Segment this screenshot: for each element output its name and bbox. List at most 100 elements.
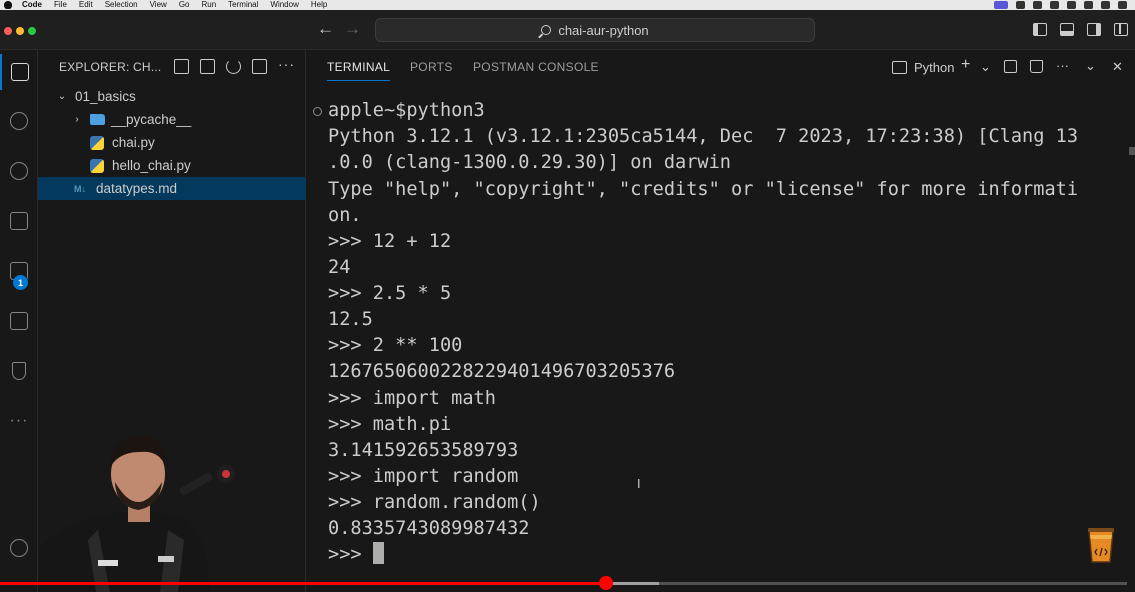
new-terminal-icon[interactable]: + bbox=[961, 56, 970, 74]
tab-terminal[interactable]: TERMINAL bbox=[327, 60, 391, 81]
terminal-line: on. bbox=[328, 205, 362, 226]
panel-tab-bar: TERMINAL PORTS POSTMAN CONSOLE Python + … bbox=[307, 50, 1135, 84]
video-progress-fill bbox=[0, 582, 607, 585]
collapse-all-icon[interactable] bbox=[252, 59, 267, 74]
testing-activity[interactable] bbox=[0, 353, 38, 389]
more-icon[interactable]: ··· bbox=[278, 57, 294, 74]
status-icon[interactable] bbox=[1016, 1, 1025, 9]
menu-file[interactable]: File bbox=[54, 0, 67, 10]
video-progress-bar[interactable] bbox=[0, 576, 1127, 590]
chevron-down-icon[interactable]: ⌄ bbox=[1085, 58, 1096, 74]
control-center-icon[interactable] bbox=[1118, 1, 1127, 9]
more-icon[interactable]: ··· bbox=[1056, 58, 1069, 73]
display-icon[interactable] bbox=[1067, 1, 1076, 9]
explorer-title: EXPLORER: CH... bbox=[59, 60, 162, 74]
tree-item-file[interactable]: chai.py bbox=[38, 131, 306, 154]
customize-layout-icon[interactable] bbox=[1114, 23, 1128, 36]
menu-app-name[interactable]: Code bbox=[22, 0, 42, 10]
terminal-line: .0.0 (clang-1300.0.29.30)] on darwin bbox=[328, 152, 731, 173]
terminal-line: Type "help", "copyright", "credits" or "… bbox=[328, 179, 1079, 200]
bluetooth-icon[interactable] bbox=[1050, 1, 1059, 9]
search-icon bbox=[541, 25, 552, 35]
back-arrow-icon[interactable]: ← bbox=[317, 19, 334, 39]
tree-item-file[interactable]: hello_chai.py bbox=[38, 154, 306, 177]
new-folder-icon[interactable] bbox=[200, 59, 215, 74]
search-activity[interactable] bbox=[0, 103, 38, 139]
minimize-window-button[interactable] bbox=[16, 27, 24, 35]
python-file-icon bbox=[90, 158, 104, 173]
terminal-line: 12.5 bbox=[328, 309, 373, 330]
tree-item-folder[interactable]: › __pycache__ bbox=[38, 108, 306, 131]
run-debug-activity[interactable] bbox=[0, 203, 38, 239]
tree-item-label: 01_basics bbox=[75, 89, 136, 104]
close-window-button[interactable] bbox=[4, 27, 12, 35]
macos-menu-bar: Code File Edit Selection View Go Run Ter… bbox=[0, 0, 1135, 10]
tree-item-folder[interactable]: ⌄ 01_basics bbox=[38, 85, 306, 108]
terminal-line: 0.8335743089987432 bbox=[328, 518, 530, 539]
new-file-icon[interactable] bbox=[174, 59, 189, 74]
tree-item-file-selected[interactable]: M↓ datatypes.md bbox=[38, 177, 306, 200]
zoom-window-button[interactable] bbox=[28, 27, 36, 35]
terminal-prompt-line[interactable]: >>> bbox=[328, 542, 384, 568]
toggle-secondary-sidebar-icon[interactable] bbox=[1087, 23, 1101, 36]
menu-go[interactable]: Go bbox=[179, 0, 190, 10]
remote-explorer-icon bbox=[10, 312, 28, 330]
toggle-primary-sidebar-icon[interactable] bbox=[1033, 23, 1047, 36]
terminal-line: >>> 12 + 12 bbox=[328, 231, 452, 252]
account-icon bbox=[10, 539, 28, 557]
terminal-line: apple~$python3 bbox=[328, 100, 485, 121]
python-file-icon bbox=[90, 135, 104, 150]
text-cursor-icon: I bbox=[637, 477, 641, 491]
run-debug-icon bbox=[10, 212, 28, 230]
title-bar: ← → chai-aur-python bbox=[0, 10, 1135, 50]
toggle-panel-icon[interactable] bbox=[1060, 23, 1074, 36]
menu-edit[interactable]: Edit bbox=[79, 0, 93, 10]
command-center-label: chai-aur-python bbox=[558, 22, 649, 38]
explorer-activity[interactable] bbox=[0, 54, 38, 90]
more-activity[interactable]: ··· bbox=[0, 403, 38, 439]
battery-icon[interactable] bbox=[1084, 1, 1093, 9]
tab-ports[interactable]: PORTS bbox=[410, 60, 453, 74]
command-center-search[interactable]: chai-aur-python bbox=[375, 18, 815, 42]
terminal-name: Python bbox=[914, 59, 955, 75]
tree-item-label: hello_chai.py bbox=[112, 158, 191, 173]
forward-arrow-icon[interactable]: → bbox=[344, 19, 361, 39]
terminal-selector[interactable]: Python bbox=[892, 58, 954, 76]
terminal-output[interactable]: apple~$python3 Python 3.12.1 (v3.12.1:23… bbox=[307, 97, 1135, 592]
terminal-prompt: >>> bbox=[328, 544, 373, 565]
tab-postman-console[interactable]: POSTMAN CONSOLE bbox=[473, 60, 599, 74]
bottom-panel: TERMINAL PORTS POSTMAN CONSOLE Python + … bbox=[307, 50, 1135, 592]
activity-bar: 1 ··· bbox=[0, 50, 38, 592]
menu-selection[interactable]: Selection bbox=[105, 0, 138, 10]
files-icon bbox=[11, 63, 29, 81]
chevron-down-icon[interactable]: ⌄ bbox=[980, 59, 991, 75]
source-control-icon bbox=[10, 162, 28, 180]
split-terminal-icon[interactable] bbox=[1004, 60, 1017, 73]
terminal-scrollbar[interactable] bbox=[1129, 147, 1135, 155]
remote-explorer-activity[interactable] bbox=[0, 303, 38, 339]
menu-run[interactable]: Run bbox=[201, 0, 216, 10]
terminal-line: >>> 2.5 * 5 bbox=[328, 283, 452, 304]
extensions-badge: 1 bbox=[13, 275, 28, 290]
terminal-icon bbox=[892, 60, 907, 74]
refresh-icon[interactable] bbox=[226, 59, 241, 74]
accounts-activity[interactable] bbox=[0, 530, 38, 566]
command-decoration-icon[interactable] bbox=[313, 107, 322, 116]
close-icon[interactable]: ✕ bbox=[1112, 59, 1123, 75]
trash-icon[interactable] bbox=[1030, 60, 1043, 73]
terminal-line: >>> import random bbox=[328, 466, 519, 487]
terminal-line: >>> 2 ** 100 bbox=[328, 335, 463, 356]
source-control-activity[interactable] bbox=[0, 153, 38, 189]
flask-icon bbox=[12, 362, 26, 380]
menu-view[interactable]: View bbox=[150, 0, 167, 10]
apple-icon[interactable] bbox=[4, 1, 12, 9]
menu-terminal[interactable]: Terminal bbox=[228, 0, 258, 10]
screen-record-icon[interactable] bbox=[994, 1, 1008, 9]
wifi-icon[interactable] bbox=[1101, 1, 1110, 9]
explorer-actions: ··· bbox=[174, 57, 294, 74]
status-icon[interactable] bbox=[1033, 1, 1042, 9]
menu-window[interactable]: Window bbox=[270, 0, 298, 10]
terminal-line: >>> random.random() bbox=[328, 492, 541, 513]
extensions-activity[interactable]: 1 bbox=[0, 253, 38, 290]
menu-help[interactable]: Help bbox=[311, 0, 327, 10]
